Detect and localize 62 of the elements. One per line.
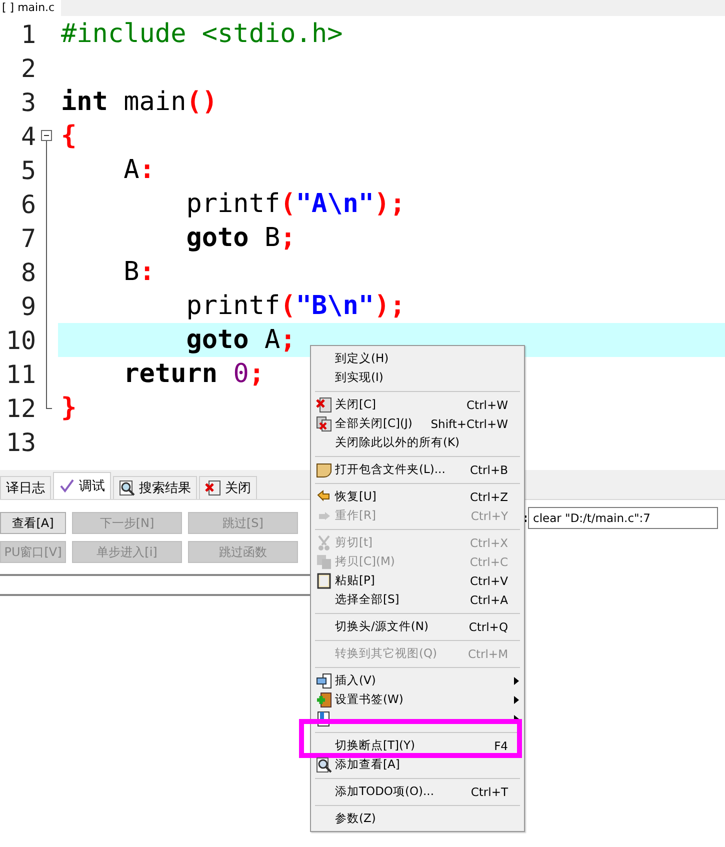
line-number: 6 xyxy=(20,190,36,218)
menu-item[interactable]: 添加查看[A] xyxy=(313,755,522,774)
close-documents-icon xyxy=(316,416,332,432)
line-number: 2 xyxy=(20,54,36,82)
menu-item[interactable]: 全部关闭[C](J) Shift+Ctrl+W xyxy=(313,414,522,433)
menu-item[interactable]: 到实现(I) xyxy=(313,368,522,387)
search-icon xyxy=(119,480,135,496)
code-line: goto B; xyxy=(185,223,296,253)
menu-item[interactable]: 选择全部[S] Ctrl+A xyxy=(313,590,522,609)
scissors-icon xyxy=(316,534,332,550)
code-line: B: xyxy=(122,257,155,287)
line-number: 13 xyxy=(4,428,36,456)
code-line: goto A; xyxy=(185,325,296,355)
panel-tab[interactable]: 译日志 xyxy=(0,476,51,499)
menu-item[interactable]: 设置书签(W) xyxy=(313,690,522,709)
line-number: 12 xyxy=(4,394,36,422)
menu-item[interactable]: 切换断点[T](Y) F4 xyxy=(313,736,522,755)
close-document-icon xyxy=(316,396,332,412)
menu-item[interactable]: 粘贴[P] Ctrl+V xyxy=(313,571,522,590)
submenu-arrow-icon xyxy=(514,676,518,684)
line-number: 8 xyxy=(20,258,36,286)
folder-icon xyxy=(316,462,332,478)
line-number: 10 xyxy=(4,326,36,354)
panel-tab[interactable]: 搜索结果 xyxy=(113,476,197,499)
panel-tab[interactable]: 关闭 xyxy=(199,476,257,499)
menu-item[interactable]: 切换头/源文件(N) Ctrl+Q xyxy=(313,617,522,636)
check-icon xyxy=(59,478,75,494)
menu-item[interactable]: 参数(Z) xyxy=(313,809,522,828)
line-number: 11 xyxy=(4,360,36,388)
line-number: 7 xyxy=(20,224,36,252)
menu-item[interactable]: 关闭[C] Ctrl+W xyxy=(313,395,522,414)
menu-item[interactable]: 插入(V) xyxy=(313,671,522,690)
menu-item[interactable]: 恢复[U] Ctrl+Z xyxy=(313,487,522,506)
line-number: 4 xyxy=(20,122,36,150)
line-number: 1 xyxy=(20,20,36,48)
panel-tab[interactable]: 调试 xyxy=(53,472,111,499)
code-line: { xyxy=(60,121,77,151)
menu-item[interactable]: 关闭除此以外的所有(K) xyxy=(313,433,522,452)
code-line: #include <stdio.h> xyxy=(60,19,343,49)
line-number: 9 xyxy=(20,292,36,320)
code-line: return 0; xyxy=(122,359,264,389)
clipboard-icon xyxy=(316,572,332,588)
insert-icon xyxy=(316,672,332,688)
code-line: } xyxy=(60,393,77,423)
search-icon xyxy=(316,756,332,772)
debug-button[interactable]: 查看[A] xyxy=(0,512,66,534)
close-document-icon xyxy=(205,480,221,496)
code-line: int main() xyxy=(60,87,218,117)
command-field[interactable]: clear "D:/t/main.c":7 xyxy=(528,507,718,529)
menu-item[interactable]: 到定义(H) xyxy=(313,349,522,368)
collapse-icon[interactable] xyxy=(41,130,52,141)
add-bookmark-icon xyxy=(316,692,332,708)
code-line: A: xyxy=(122,155,155,185)
copy-icon xyxy=(316,554,332,570)
menu-item[interactable]: 打开包含文件夹(L)... Ctrl+B xyxy=(313,460,522,479)
code-line: printf("B\n"); xyxy=(185,291,406,321)
code-line: printf("A\n"); xyxy=(185,189,406,219)
submenu-arrow-icon xyxy=(514,696,518,704)
line-number: 5 xyxy=(20,156,36,184)
menu-item[interactable]: 添加TODO项(O)... Ctrl+T xyxy=(313,782,522,801)
file-tab[interactable]: [ ] main.c xyxy=(0,0,61,16)
line-number: 3 xyxy=(20,88,36,116)
